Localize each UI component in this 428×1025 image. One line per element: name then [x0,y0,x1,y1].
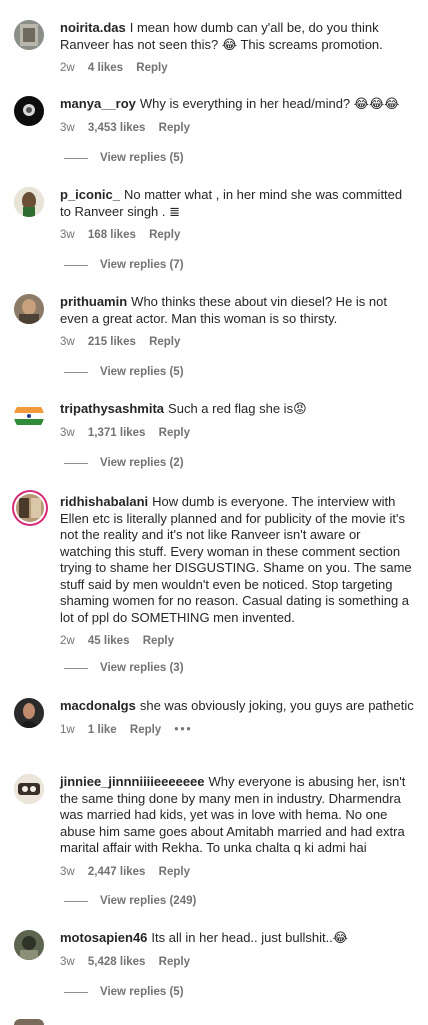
reply-button[interactable]: Reply [149,229,180,241]
avatar[interactable] [14,96,44,126]
likes-count[interactable]: 215 likes [88,336,136,348]
avatar[interactable] [14,698,44,728]
divider [64,991,88,993]
likes-count[interactable]: 168 likes [88,229,136,241]
comment-meta: 2w 4 likes Reply [60,62,415,74]
avatar[interactable] [14,294,44,324]
likes-count[interactable]: 2,447 likes [88,866,146,878]
view-replies-label: View replies (5) [100,366,184,378]
comment-meta: 3w 168 likes Reply [60,229,415,241]
comment-text: manya__roy Why is everything in her head/… [60,96,415,113]
view-replies-label: View replies (5) [100,986,184,998]
username[interactable]: prithuamin [60,294,127,309]
comment-meta: 3w 1,371 likes Reply [60,427,415,439]
avatar[interactable] [14,187,44,217]
reply-button[interactable]: Reply [149,336,180,348]
comment-content: How dumb is everyone. The interview with… [60,494,412,625]
username[interactable]: ridhishabalani [60,494,148,509]
timestamp: 3w [60,865,75,878]
username[interactable]: jinniee_jinnniiiieeeeeee [60,774,205,789]
username[interactable]: p_iconic_ [60,187,120,202]
view-replies-label: View replies (3) [100,662,184,674]
avatar[interactable] [14,930,44,960]
comment-meta: 3w 3,453 likes Reply [60,122,415,134]
likes-count[interactable]: 1,371 likes [88,427,146,439]
likes-count[interactable]: 4 likes [88,62,123,74]
comment-text: tripathysashmita Such a red flag she is😡 [60,401,415,418]
username[interactable]: tripathysashmita [60,401,164,416]
comment-text: jinniee_jinnniiiieeeeeee Why everyone is … [60,774,415,857]
view-replies-button[interactable]: View replies (2) [64,457,184,469]
comment-meta: 1w 1 like Reply ••• [60,724,415,736]
username[interactable]: macdonalgs [60,698,136,713]
timestamp: 3w [60,336,75,348]
comment-content: Such a red flag she is😡 [168,401,307,416]
username[interactable]: noirita.das [60,20,126,35]
divider [64,371,88,373]
view-replies-label: View replies (2) [100,457,184,469]
avatar[interactable] [14,774,44,804]
comment-meta: 3w 5,428 likes Reply [60,956,415,968]
timestamp: 3w [60,121,75,134]
reply-button[interactable]: Reply [159,122,190,134]
view-replies-label: View replies (7) [100,259,184,271]
comment-text: p_iconic_ No matter what , in her mind sh… [60,187,415,220]
username[interactable]: motosapien46 [60,930,147,945]
divider [64,462,88,464]
comment-text: macdonalgs she was obviously joking, you … [60,698,415,715]
view-replies-button[interactable]: View replies (249) [64,895,196,907]
comment-text: prithuamin Who thinks these about vin die… [60,294,415,327]
likes-count[interactable]: 5,428 likes [88,956,146,968]
view-replies-button[interactable]: View replies (5) [64,152,184,164]
reply-button[interactable]: Reply [130,724,161,736]
comment-text: motosapien46 Its all in her head.. just b… [60,930,415,947]
view-replies-button[interactable]: View replies (5) [64,366,184,378]
likes-count[interactable]: 45 likes [88,635,130,647]
view-replies-button[interactable]: View replies (5) [64,986,184,998]
likes-count[interactable]: 3,453 likes [88,122,146,134]
comment-meta: 3w 215 likes Reply [60,336,415,348]
reply-button[interactable]: Reply [159,866,190,878]
reply-button[interactable]: Reply [136,62,167,74]
reply-button[interactable]: Reply [159,427,190,439]
divider [64,157,88,159]
comment-text: ridhishabalani How dumb is everyone. The … [60,494,415,626]
comment-meta: 3w 2,447 likes Reply [60,866,415,878]
comment-content: Its all in her head.. just bullshit..😂 [151,930,348,945]
divider [64,264,88,266]
reply-button[interactable]: Reply [159,956,190,968]
comment-meta: 2w 45 likes Reply [60,635,415,647]
avatar[interactable] [14,20,44,50]
likes-count[interactable]: 1 like [88,724,117,736]
comment-text: noirita.das I mean how dumb can y'all be,… [60,20,415,53]
avatar[interactable] [14,1019,44,1025]
timestamp: 3w [60,955,75,968]
reply-button[interactable]: Reply [143,635,174,647]
view-replies-label: View replies (249) [100,895,197,907]
timestamp: 2w [60,635,75,647]
timestamp: 2w [60,62,75,74]
comment-content: she was obviously joking, you guys are p… [139,698,414,713]
timestamp: 3w [60,229,75,241]
view-replies-label: View replies (5) [100,152,184,164]
divider [64,667,88,669]
view-replies-button[interactable]: View replies (7) [64,259,184,271]
timestamp: 3w [60,426,75,439]
more-options-icon[interactable]: ••• [174,724,192,736]
divider [64,900,88,902]
comment-content: Why is everything in her head/mind? 😂😂😂 [139,96,400,111]
avatar[interactable] [14,401,44,431]
avatar[interactable] [16,494,44,522]
timestamp: 1w [60,723,75,736]
view-replies-button[interactable]: View replies (3) [64,662,184,674]
username[interactable]: manya__roy [60,96,136,111]
